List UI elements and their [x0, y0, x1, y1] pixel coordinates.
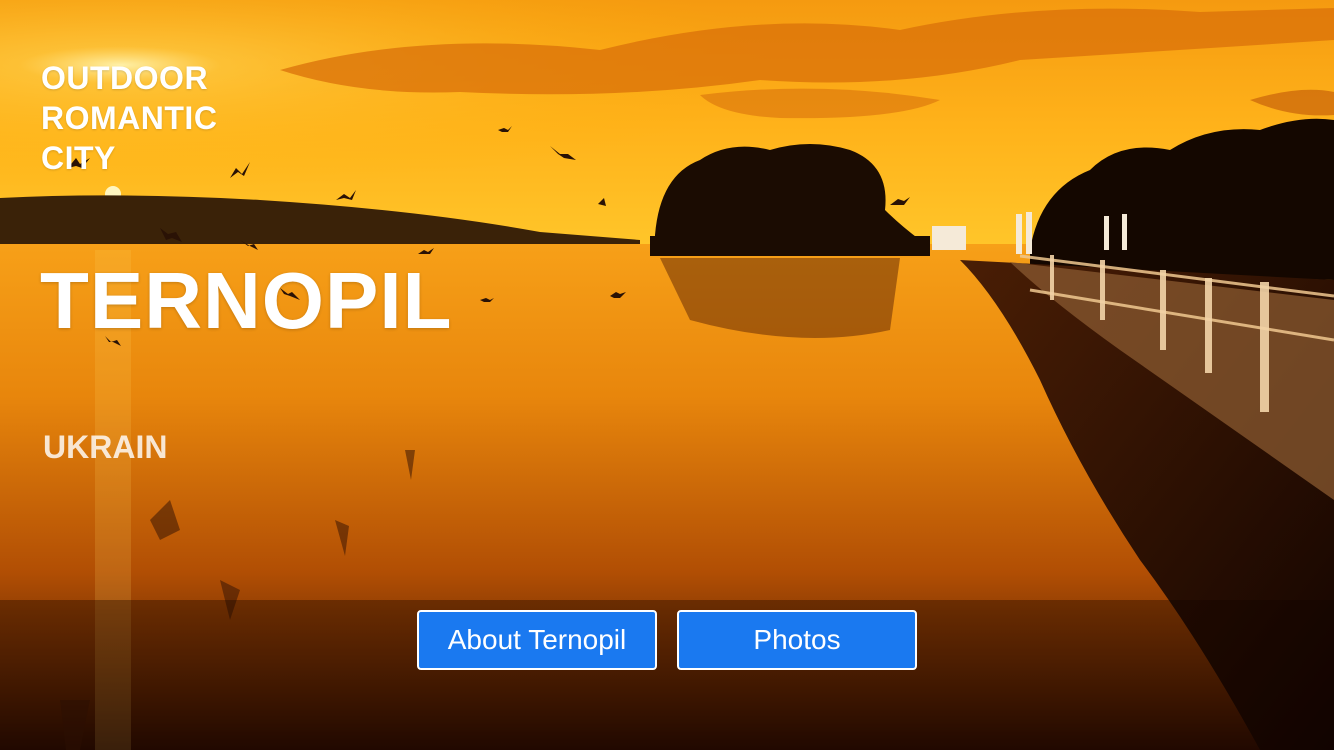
about-ternopil-button[interactable]: About Ternopil	[417, 610, 657, 670]
photos-button[interactable]: Photos	[677, 610, 917, 670]
country-label: UKRAIN	[43, 429, 168, 465]
tagline-line-3: CITY	[41, 140, 116, 176]
tagline-line-2: ROMANTIC	[41, 100, 218, 136]
tagline-line-1: OUTDOOR	[41, 60, 209, 96]
city-title: TERNOPIL	[40, 256, 453, 345]
hero-tagline: OUTDOOR ROMANTIC CITY	[41, 58, 217, 178]
